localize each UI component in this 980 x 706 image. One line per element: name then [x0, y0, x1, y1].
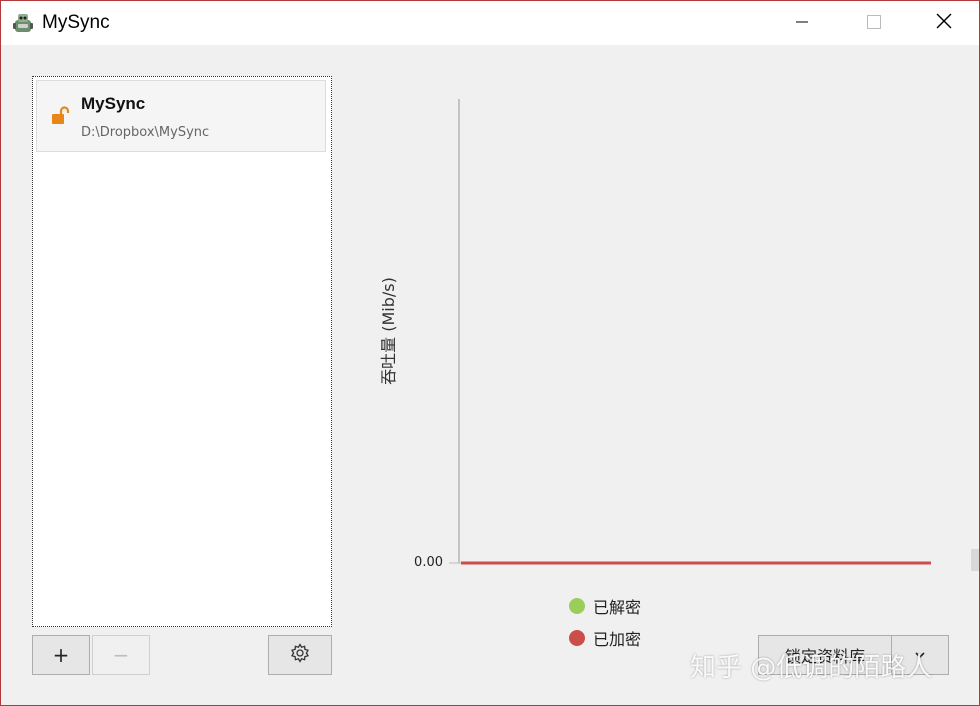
- legend-item-decrypted: 已解密: [569, 590, 641, 622]
- lock-vault-button[interactable]: 锁定资料库: [758, 635, 892, 675]
- throughput-chart: [449, 99, 931, 565]
- unlocked-padlock-icon: [50, 105, 72, 127]
- app-robot-icon: [11, 11, 35, 35]
- legend-label-decrypted: 已解密: [593, 598, 642, 617]
- legend-label-encrypted: 已加密: [593, 630, 642, 649]
- close-button[interactable]: [909, 1, 979, 45]
- minimize-icon: [795, 14, 809, 33]
- scrollbar-stub[interactable]: [971, 549, 979, 571]
- vault-path: D:\Dropbox\MySync: [81, 125, 210, 140]
- close-icon: [936, 13, 952, 33]
- maximize-icon: [867, 14, 881, 33]
- chart-legend: 已解密 已加密: [569, 590, 641, 654]
- gear-icon: [290, 642, 310, 668]
- chevron-down-icon: [914, 646, 926, 665]
- settings-button[interactable]: [268, 635, 332, 675]
- title-bar: MySync: [1, 1, 979, 45]
- maximize-button[interactable]: [839, 1, 909, 45]
- decrypted-dot-icon: [569, 598, 585, 614]
- vault-list[interactable]: MySync D:\Dropbox\MySync: [32, 76, 332, 627]
- app-window: MySync MySync D:\Dropbox\MySync + − 吞吐量 …: [0, 0, 980, 706]
- lock-options-dropdown[interactable]: [891, 635, 949, 675]
- remove-vault-button[interactable]: −: [92, 635, 150, 675]
- vault-list-item[interactable]: MySync D:\Dropbox\MySync: [36, 80, 326, 152]
- encrypted-dot-icon: [569, 630, 585, 646]
- legend-item-encrypted: 已加密: [569, 622, 641, 654]
- minimize-button[interactable]: [767, 1, 837, 45]
- window-title: MySync: [42, 12, 110, 33]
- vault-name: MySync: [81, 94, 146, 113]
- add-vault-button[interactable]: +: [32, 635, 90, 675]
